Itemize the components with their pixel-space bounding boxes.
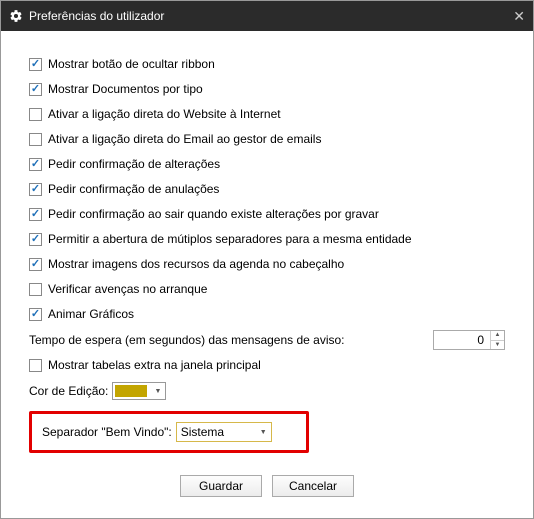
chevron-down-icon: ▼ (260, 429, 267, 436)
titlebar: Preferências do utilizador ✕ (1, 1, 533, 31)
opt-docs-by-type-checkbox[interactable] (29, 83, 42, 96)
timeout-spinner[interactable]: ▲ ▼ (490, 331, 504, 349)
extra-tables-checkbox[interactable] (29, 359, 42, 372)
opt-confirm-cancel-label: Pedir confirmação de anulações (48, 182, 219, 196)
save-button[interactable]: Guardar (180, 475, 262, 497)
close-icon[interactable]: ✕ (497, 8, 525, 25)
color-swatch-icon (115, 385, 147, 397)
opt-check-startup-row: Verificar avenças no arranque (29, 279, 505, 299)
opt-agenda-images-label: Mostrar imagens dos recursos da agenda n… (48, 257, 344, 271)
opt-website-direct-checkbox[interactable] (29, 108, 42, 121)
opt-email-direct-row: Ativar a ligação direta do Email ao gest… (29, 129, 505, 149)
welcome-tab-label: Separador "Bem Vindo": (42, 425, 172, 439)
extra-tables-row: Mostrar tabelas extra na janela principa… (29, 355, 505, 375)
opt-email-direct-checkbox[interactable] (29, 133, 42, 146)
opt-docs-by-type-label: Mostrar Documentos por tipo (48, 82, 203, 96)
timeout-input-wrapper: ▲ ▼ (433, 330, 505, 350)
welcome-tab-select[interactable]: Sistema ▼ (176, 422, 272, 442)
highlighted-area: Separador "Bem Vindo": Sistema ▼ (29, 411, 309, 453)
opt-confirm-changes-checkbox[interactable] (29, 158, 42, 171)
spinner-up-icon[interactable]: ▲ (491, 331, 504, 341)
gear-icon (9, 9, 23, 23)
opt-confirm-cancel-row: Pedir confirmação de anulações (29, 179, 505, 199)
opt-animate-charts-checkbox[interactable] (29, 308, 42, 321)
opt-confirm-cancel-checkbox[interactable] (29, 183, 42, 196)
opt-hide-ribbon-label: Mostrar botão de ocultar ribbon (48, 57, 215, 71)
timeout-row: Tempo de espera (em segundos) das mensag… (29, 330, 505, 350)
edit-color-picker[interactable]: ▼ (112, 382, 166, 400)
opt-hide-ribbon-row: Mostrar botão de ocultar ribbon (29, 54, 505, 74)
opt-animate-charts-row: Animar Gráficos (29, 304, 505, 324)
welcome-tab-row: Separador "Bem Vindo": Sistema ▼ (42, 422, 296, 442)
welcome-tab-value: Sistema (181, 425, 224, 439)
opt-website-direct-row: Ativar a ligação direta do Website à Int… (29, 104, 505, 124)
window-title: Preferências do utilizador (29, 9, 164, 23)
opt-multi-tabs-label: Permitir a abertura de mútiplos separado… (48, 232, 412, 246)
opt-agenda-images-checkbox[interactable] (29, 258, 42, 271)
opt-check-startup-label: Verificar avenças no arranque (48, 282, 207, 296)
opt-website-direct-label: Ativar a ligação direta do Website à Int… (48, 107, 281, 121)
opt-confirm-changes-row: Pedir confirmação de alterações (29, 154, 505, 174)
cancel-button[interactable]: Cancelar (272, 475, 354, 497)
opt-confirm-changes-label: Pedir confirmação de alterações (48, 157, 220, 171)
opt-confirm-exit-checkbox[interactable] (29, 208, 42, 221)
edit-color-row: Cor de Edição: ▼ (29, 381, 505, 401)
timeout-label: Tempo de espera (em segundos) das mensag… (29, 333, 345, 347)
opt-hide-ribbon-checkbox[interactable] (29, 58, 42, 71)
button-bar: Guardar Cancelar (29, 475, 505, 497)
opt-email-direct-label: Ativar a ligação direta do Email ao gest… (48, 132, 321, 146)
opt-confirm-exit-label: Pedir confirmação ao sair quando existe … (48, 207, 379, 221)
opt-confirm-exit-row: Pedir confirmação ao sair quando existe … (29, 204, 505, 224)
opt-multi-tabs-row: Permitir a abertura de mútiplos separado… (29, 229, 505, 249)
opt-multi-tabs-checkbox[interactable] (29, 233, 42, 246)
extra-tables-label: Mostrar tabelas extra na janela principa… (48, 358, 261, 372)
content-area: Mostrar botão de ocultar ribbon Mostrar D… (1, 31, 533, 509)
edit-color-label: Cor de Edição: (29, 384, 108, 398)
spinner-down-icon[interactable]: ▼ (491, 341, 504, 350)
chevron-down-icon: ▼ (154, 388, 163, 395)
opt-check-startup-checkbox[interactable] (29, 283, 42, 296)
opt-agenda-images-row: Mostrar imagens dos recursos da agenda n… (29, 254, 505, 274)
opt-animate-charts-label: Animar Gráficos (48, 307, 134, 321)
timeout-input[interactable] (434, 331, 490, 349)
opt-docs-by-type-row: Mostrar Documentos por tipo (29, 79, 505, 99)
